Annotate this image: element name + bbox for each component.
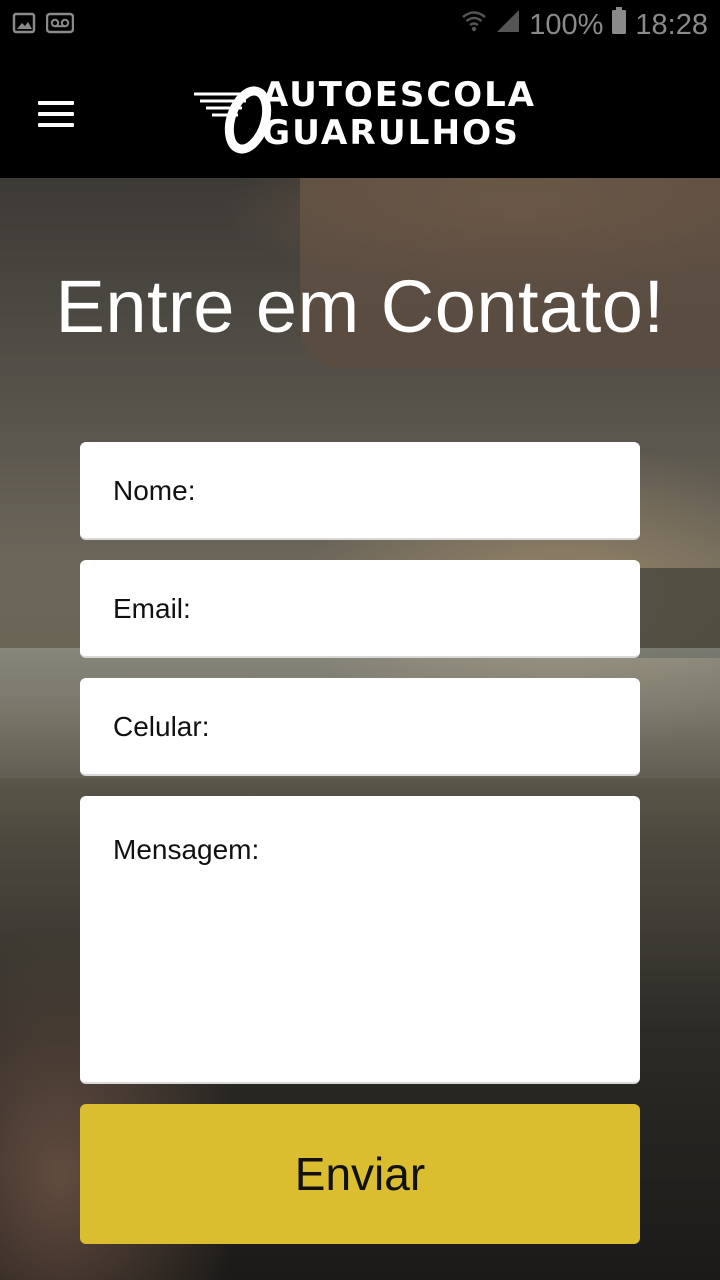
image-icon <box>12 11 36 40</box>
battery-percentage: 100% <box>529 8 604 41</box>
name-field[interactable]: Nome: <box>80 442 640 540</box>
app-bar: AUTOESCOLA GUARULHOS <box>0 50 720 178</box>
logo-line2: GUARULHOS <box>262 113 520 153</box>
status-left <box>12 11 75 40</box>
menu-icon-bar <box>38 101 74 105</box>
submit-button[interactable]: Enviar <box>80 1104 640 1244</box>
clock: 18:28 <box>635 8 708 41</box>
status-right: 100% 18:28 <box>461 7 708 43</box>
menu-icon-bar <box>38 123 74 127</box>
name-field-label: Nome: <box>113 475 196 506</box>
email-field-label: Email: <box>113 593 191 624</box>
phone-field-label: Celular: <box>113 711 210 742</box>
signal-icon <box>495 8 521 42</box>
autoescola-logo[interactable]: AUTOESCOLA GUARULHOS <box>192 72 542 156</box>
page-title: Entre em Contato! <box>55 265 665 348</box>
menu-button[interactable] <box>30 94 82 134</box>
status-bar: 100% 18:28 <box>0 0 720 50</box>
message-field-label: Mensagem: <box>113 834 260 865</box>
phone-field[interactable]: Celular: <box>80 678 640 776</box>
battery-icon <box>611 7 627 43</box>
voicemail-icon <box>45 11 75 40</box>
wifi-icon <box>461 8 487 42</box>
message-field[interactable]: Mensagem: <box>80 796 640 1084</box>
contact-hero: Entre em Contato! Nome: Email: Celular: … <box>0 178 720 1280</box>
menu-icon-bar <box>38 112 74 116</box>
logo-line1: AUTOESCOLA <box>262 75 536 115</box>
email-field[interactable]: Email: <box>80 560 640 658</box>
